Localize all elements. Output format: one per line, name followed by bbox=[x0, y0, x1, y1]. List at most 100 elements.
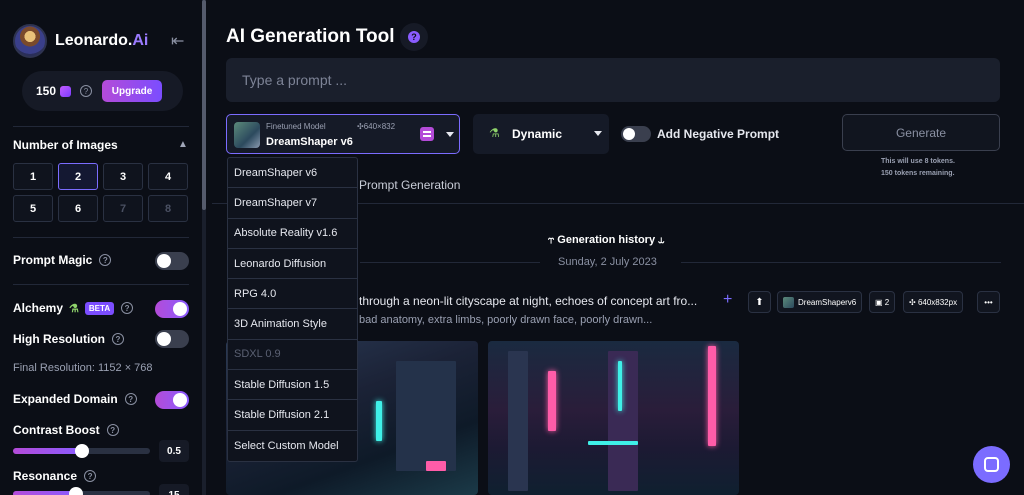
token-pill: 150 ? Upgrade bbox=[22, 71, 183, 111]
model-dropdown-menu: DreamShaper v6 DreamShaper v7 Absolute Rea… bbox=[227, 157, 358, 462]
style-select[interactable]: ⚗ Dynamic bbox=[473, 114, 609, 154]
image-count-option-8[interactable]: 8 bbox=[148, 195, 188, 222]
model-option[interactable]: Leonardo Diffusion bbox=[228, 249, 357, 280]
negative-prompt-label[interactable]: Add Negative Prompt bbox=[657, 127, 779, 141]
model-option[interactable]: Select Custom Model bbox=[228, 431, 357, 461]
generated-image[interactable] bbox=[488, 341, 739, 495]
token-help-icon[interactable]: ? bbox=[80, 85, 93, 97]
image-count-option-6[interactable]: 6 bbox=[58, 195, 98, 222]
high-resolution-toggle[interactable] bbox=[155, 330, 189, 348]
building bbox=[396, 361, 456, 471]
reuse-prompt-button[interactable]: ⬆ bbox=[748, 291, 771, 313]
more-icon: ••• bbox=[984, 297, 993, 307]
expanded-domain-label: Expanded Domain ? bbox=[13, 392, 137, 406]
divider bbox=[13, 237, 189, 238]
building bbox=[508, 351, 528, 491]
dimensions-chip: ✣ 640x832px bbox=[903, 291, 964, 313]
alchemy-toggle[interactable] bbox=[155, 300, 189, 318]
building bbox=[608, 351, 638, 491]
history-date: Sunday, 2 July 2023 bbox=[558, 256, 657, 268]
image-count-option-1[interactable]: 1 bbox=[13, 163, 53, 190]
model-option[interactable]: Stable Diffusion 2.1 bbox=[228, 400, 357, 431]
beta-badge: BETA bbox=[84, 301, 115, 315]
token-usage-note: This will use 8 tokens. bbox=[881, 158, 955, 165]
neon-light bbox=[548, 371, 556, 431]
contrast-boost-label: Contrast Boost ? bbox=[13, 423, 119, 437]
resonance-slider[interactable] bbox=[13, 487, 150, 495]
resonance-slider-thumb[interactable] bbox=[69, 487, 84, 495]
divider bbox=[13, 284, 189, 285]
model-option[interactable]: Stable Diffusion 1.5 bbox=[228, 370, 357, 401]
chevron-up-icon[interactable]: ▲ bbox=[178, 139, 188, 150]
image-icon: ▣ bbox=[875, 297, 885, 307]
neon-light bbox=[376, 401, 382, 441]
token-coin-icon bbox=[60, 85, 72, 97]
neon-light bbox=[426, 461, 446, 471]
divider bbox=[360, 262, 540, 263]
resonance-label: Resonance ? bbox=[13, 469, 97, 483]
collapse-sidebar-icon[interactable]: ⇤ bbox=[171, 31, 184, 51]
model-option[interactable]: RPG 4.0 bbox=[228, 279, 357, 310]
number-of-images-title[interactable]: Number of Images bbox=[13, 138, 118, 152]
arrow-up-icon: ⬆ bbox=[755, 296, 764, 308]
model-option[interactable]: Absolute Reality v1.6 bbox=[228, 219, 357, 249]
title-help-button[interactable]: ? bbox=[400, 23, 428, 51]
model-option[interactable]: DreamShaper v7 bbox=[228, 188, 357, 219]
image-count-option-2[interactable]: 2 bbox=[58, 163, 98, 190]
model-dimensions: ✣640×832 bbox=[357, 122, 396, 131]
resonance-value[interactable]: 15 bbox=[159, 484, 189, 495]
expanded-domain-toggle[interactable] bbox=[155, 391, 189, 409]
model-chip: DreamShaperv6 bbox=[777, 291, 863, 313]
contrast-boost-help-icon[interactable]: ? bbox=[106, 424, 119, 436]
model-option[interactable]: 3D Animation Style bbox=[228, 309, 357, 340]
contrast-boost-slider[interactable] bbox=[13, 444, 150, 458]
neon-light bbox=[708, 346, 716, 446]
final-resolution-text: Final Resolution: 1152 × 768 bbox=[13, 362, 153, 374]
tab-prompt-generation[interactable]: Prompt Generation bbox=[359, 178, 460, 192]
expanded-domain-help-icon[interactable]: ? bbox=[124, 393, 137, 405]
high-resolution-help-icon[interactable]: ? bbox=[112, 333, 124, 345]
negative-prompt-toggle[interactable] bbox=[621, 126, 651, 142]
chat-icon bbox=[984, 457, 999, 472]
model-select[interactable]: Finetuned Model ✣640×832 DreamShaper v6 bbox=[226, 114, 460, 154]
more-options-button[interactable]: ••• bbox=[977, 291, 1000, 313]
plus-icon[interactable]: + bbox=[723, 291, 732, 309]
prompt-input[interactable] bbox=[226, 58, 1000, 102]
sidebar-scrollbar-thumb[interactable] bbox=[202, 0, 206, 210]
brand-name: Leonardo.Ai bbox=[55, 32, 149, 49]
image-count-chip: ▣ 2 bbox=[869, 291, 896, 313]
chevron-down-icon bbox=[446, 132, 454, 137]
prompt-magic-help-icon[interactable]: ? bbox=[99, 254, 112, 266]
model-thumbnail bbox=[783, 296, 794, 308]
number-of-images-grid: 1234 5678 bbox=[13, 163, 188, 222]
chat-support-button[interactable] bbox=[973, 446, 1010, 483]
generation-prompt: through a neon-lit cityscape at night, e… bbox=[359, 294, 698, 308]
model-info-icon[interactable] bbox=[420, 127, 434, 141]
contrast-boost-slider-thumb[interactable] bbox=[74, 444, 89, 458]
divider bbox=[681, 262, 1001, 263]
high-resolution-label: High Resolution ? bbox=[13, 332, 124, 346]
resonance-help-icon[interactable]: ? bbox=[84, 470, 97, 482]
style-label: Dynamic bbox=[512, 127, 563, 141]
contrast-boost-value[interactable]: 0.5 bbox=[159, 440, 189, 462]
image-count-option-5[interactable]: 5 bbox=[13, 195, 53, 222]
image-count-option-4[interactable]: 4 bbox=[148, 163, 188, 190]
image-count-option-3[interactable]: 3 bbox=[103, 163, 143, 190]
generation-history-title: ⥾ Generation history ⥿ bbox=[548, 234, 665, 246]
contrast-boost-slider-fill bbox=[13, 448, 82, 454]
model-option[interactable]: SDXL 0.9 bbox=[228, 340, 357, 371]
brand[interactable]: Leonardo.Ai bbox=[13, 24, 148, 58]
image-count-option-7[interactable]: 7 bbox=[103, 195, 143, 222]
help-icon: ? bbox=[408, 31, 420, 43]
neon-light bbox=[588, 441, 638, 445]
chevron-down-icon bbox=[594, 131, 602, 136]
generate-button[interactable]: Generate bbox=[842, 114, 1000, 151]
alchemy-help-icon[interactable]: ? bbox=[121, 302, 134, 314]
app-root: Leonardo.Ai ⇤ 150 ? Upgrade Number of Im… bbox=[0, 0, 1024, 495]
prompt-magic-toggle[interactable] bbox=[155, 252, 189, 270]
model-option[interactable]: DreamShaper v6 bbox=[228, 158, 357, 189]
tokens-remaining-note: 150 tokens remaining. bbox=[881, 170, 955, 177]
upgrade-button[interactable]: Upgrade bbox=[102, 80, 163, 102]
alchemy-label: Alchemy ⚗ BETA ? bbox=[13, 301, 134, 315]
resonance-slider-fill bbox=[13, 491, 77, 495]
